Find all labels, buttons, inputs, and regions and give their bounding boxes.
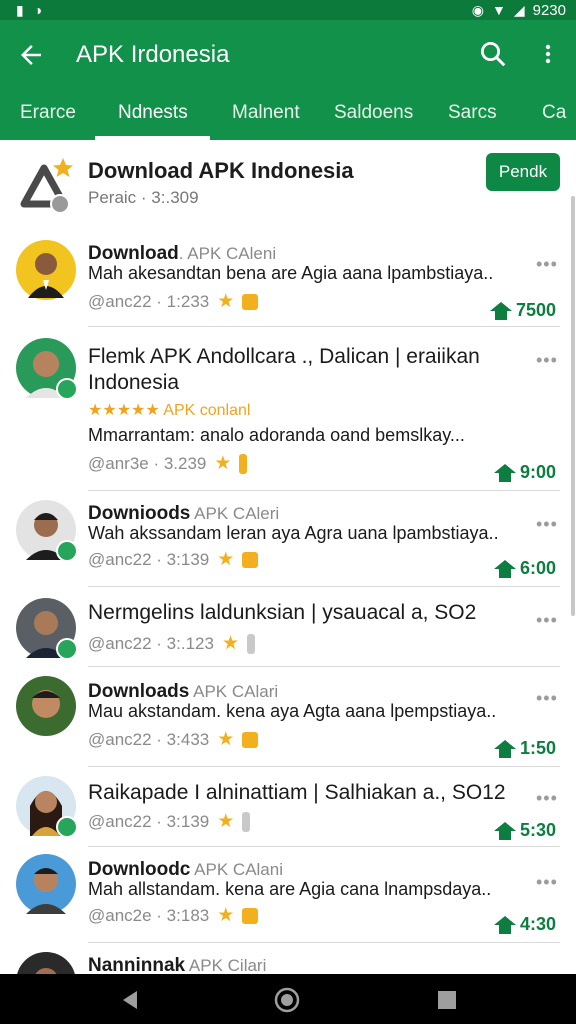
rating-line: ★★★★★ APK conlanl [88,402,251,419]
tab-erarce[interactable]: Erarce [20,90,76,140]
avatar[interactable] [16,338,78,400]
overflow-menu-icon[interactable]: ••• [536,788,558,809]
search-icon[interactable] [478,39,508,69]
tab-ndnests[interactable]: Ndnests [118,90,188,140]
divider [88,666,560,667]
avatar[interactable] [16,240,76,300]
item-meta: @anc22 · 3:139 ★ [88,810,251,833]
wifi-icon: ▼ [491,2,506,18]
divider [88,846,560,847]
upvote-icon [489,301,512,320]
tab-malnent[interactable]: Malnent [232,90,300,140]
overflow-menu-icon[interactable]: ••• [536,688,558,709]
star-icon: ★ [221,633,239,654]
trophy-icon [247,633,255,654]
item-title[interactable]: Flemk APK Andollcara ., Dalican | eraiik… [88,344,480,370]
star-icon: ★ [217,811,235,832]
overflow-menu-icon[interactable]: ••• [536,514,558,535]
trophy-icon [242,907,259,924]
item-meta: @anc2e · 3:183 ★ [88,904,259,927]
trophy-icon [242,551,259,568]
app-title: APK Irdonesia [76,41,230,68]
divider [88,766,560,767]
upvote-icon [493,559,516,578]
follow-button[interactable]: Pendk [486,153,560,191]
trophy-icon [242,293,259,310]
star-icon: ★ [217,549,235,570]
item-title[interactable]: Raikapade I alninattiam | Salhiakan a., … [88,780,506,806]
alarm-icon: ◉ [471,2,484,18]
verified-badge-icon [56,378,78,400]
item-title-line2[interactable]: Indonesia [88,370,179,396]
status-bar: ▮ ◑ ◉ ▼ ◢ 9230 [0,0,576,20]
download-count: 1:50 [493,738,556,759]
item-description: Mau akstandam. kena aya Agta aana lpemps… [88,701,497,721]
download-count: 9:00 [493,462,556,483]
divider [88,326,560,327]
tab-bar: Erarce Ndnests Malnent Saldoens Sarcs Ca [0,90,576,140]
data-icon: ◑ [33,2,43,18]
verified-badge-icon [56,638,78,660]
download-count: 6:00 [493,558,556,579]
verified-badge-icon [56,816,78,838]
sim-icon: ▮ [16,2,24,18]
back-arrow-icon[interactable] [16,40,46,70]
divider [88,942,560,943]
star-icon: ★ [217,905,235,926]
divider [88,586,560,587]
nav-home-icon[interactable] [274,987,300,1013]
star-icon: ★ [217,729,235,750]
upvote-icon [493,463,516,482]
item-description: Mah allstandam. kena are Agia cana lnamp… [88,879,492,899]
overflow-menu-icon[interactable]: ••• [536,350,558,371]
download-count: 4:30 [493,914,556,935]
avatar[interactable] [16,676,76,736]
app-logo-icon [20,158,73,214]
verified-badge-icon [56,540,78,562]
overflow-menu-icon[interactable]: ••• [536,254,558,275]
rating-stars-icon: ★★★★★ [88,402,160,419]
item-title[interactable]: Nermgelins laldunksian | ysauacal a, SO2 [88,600,476,626]
more-vert-icon[interactable] [536,39,560,69]
scrollbar[interactable] [571,196,575,616]
overflow-menu-icon[interactable]: ••• [536,610,558,631]
download-count: 5:30 [493,820,556,841]
item-meta: @anc22 · 1:233 ★ [88,290,259,313]
divider [88,490,560,491]
item-meta: @anr3e · 3.239 ★ [88,452,248,475]
item-description: Mah akesandtan bena are Agia aana lpambs… [88,263,494,283]
item-meta: @anc22 · 3:.123 ★ [88,632,255,655]
star-icon: ★ [214,453,232,474]
tab-indicator [95,136,210,140]
system-nav-bar [0,974,576,1024]
avatar[interactable] [16,854,76,914]
tab-saldoens[interactable]: Saldoens [334,90,413,140]
upvote-icon [493,739,516,758]
item-meta: @anc22 · 3:139 ★ [88,548,259,571]
item-description: Wah akssandam leran aya Agra uana lpambs… [88,523,499,543]
signal-icon: ◢ [513,2,525,18]
item-meta: @anc22 · 3:433 ★ [88,728,259,751]
trophy-icon [242,811,251,832]
upvote-icon [493,915,516,934]
download-count: 7500 [489,300,556,321]
item-description: Mmarrantam: analo adoranda oand bemslkay… [88,425,465,445]
nav-back-icon[interactable] [118,988,142,1012]
avatar[interactable] [16,776,78,838]
status-time: 9230 [532,1,566,19]
header-subtitle: Peraic · 3:.309 [88,188,199,207]
upvote-icon [493,821,516,840]
star-icon: ★ [217,291,235,312]
avatar[interactable] [16,598,78,660]
nav-recents-icon[interactable] [436,989,458,1011]
app-bar: APK Irdonesia [0,20,576,90]
avatar[interactable] [16,500,78,562]
header-title: Download APK Indonesia [88,158,354,183]
trophy-icon [239,453,248,474]
tab-ca[interactable]: Ca [542,90,566,140]
tab-sarcs[interactable]: Sarcs [448,90,497,140]
trophy-icon [242,731,259,748]
overflow-menu-icon[interactable]: ••• [536,872,558,893]
